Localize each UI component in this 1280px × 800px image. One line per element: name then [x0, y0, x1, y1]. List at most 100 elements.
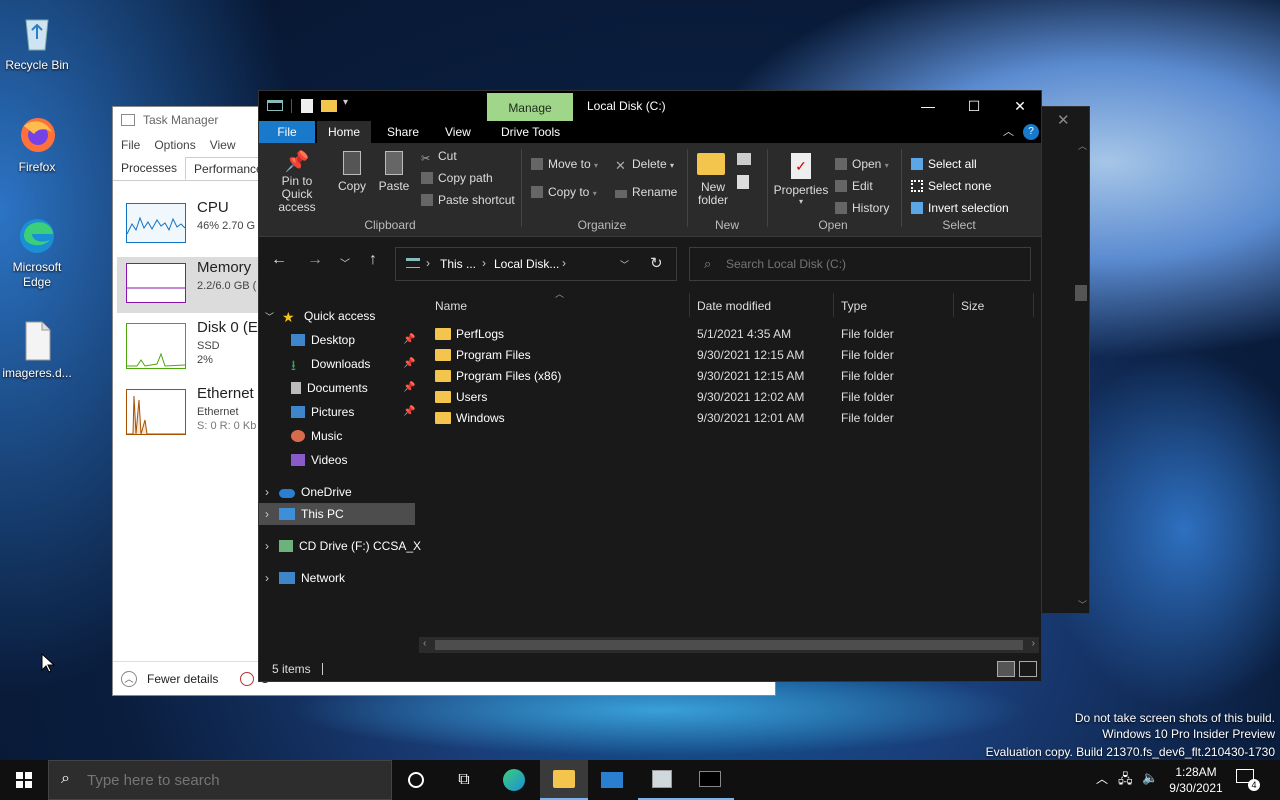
search-box[interactable]: ⌕ — [689, 247, 1031, 281]
maximize-icon[interactable]: ☐ — [951, 91, 997, 121]
details-view-icon[interactable] — [997, 661, 1015, 677]
perf-cpu[interactable]: CPU 46% 2.70 G — [117, 197, 267, 257]
menu-options[interactable]: Options — [154, 138, 195, 152]
back-icon[interactable]: ← — [265, 251, 293, 269]
menu-view[interactable]: View — [210, 138, 236, 152]
tree-downloads[interactable]: ⭳ Downloads — [291, 353, 370, 375]
paste-shortcut-button[interactable]: Paste shortcut — [421, 193, 515, 207]
background-window[interactable]: ✕ ︿ ﹀ — [1040, 106, 1090, 614]
column-separator[interactable] — [833, 293, 834, 317]
perf-ethernet[interactable]: Ethernet Ethernet S: 0 R: 0 Kb — [117, 383, 267, 443]
volume-muted-icon[interactable]: 🔈 — [1142, 770, 1158, 786]
manage-tab[interactable]: Manage — [487, 93, 573, 121]
terminal-taskbar-icon[interactable] — [686, 760, 734, 800]
address-bar[interactable]: › This ... › Local Disk... › ﹀ ↻ — [395, 247, 677, 281]
file-explorer-taskbar-icon[interactable] — [540, 760, 588, 800]
select-none-button[interactable]: Select none — [911, 179, 991, 193]
copy-path-button[interactable]: Copy path — [421, 171, 493, 185]
task-view-icon[interactable]: ⧉ — [440, 760, 488, 800]
breadcrumb-local-disk[interactable]: Local Disk... — [494, 257, 559, 271]
table-row[interactable]: Program Files (x86) 9/30/2021 12:15 AM Fil… — [435, 366, 1035, 387]
recent-locations-icon[interactable]: ﹀ — [331, 255, 359, 270]
table-row[interactable]: Windows 9/30/2021 12:01 AM File folder — [435, 408, 1035, 429]
taskbar-search-box[interactable]: ⌕ — [48, 760, 392, 800]
tree-pictures[interactable]: Pictures — [291, 401, 354, 423]
tab-view[interactable]: View — [435, 121, 481, 143]
show-hidden-icons[interactable]: ︿ — [1096, 770, 1108, 787]
tree-quick-access[interactable]: ﹀ ★ Quick access — [265, 305, 375, 327]
pin-to-quick-access-button[interactable]: 📌 Pin to Quick access — [265, 149, 329, 214]
column-separator[interactable] — [953, 293, 954, 317]
select-all-button[interactable]: Select all — [911, 157, 977, 171]
collapse-ribbon-icon[interactable]: ︿ — [1003, 123, 1014, 139]
start-button[interactable] — [0, 760, 48, 800]
paste-button[interactable]: Paste — [377, 149, 411, 193]
explorer-titlebar[interactable]: ▾ Manage Local Disk (C:) — ☐ ✕ — [259, 91, 1041, 121]
tab-home[interactable]: Home — [317, 121, 371, 143]
table-row[interactable]: Users 9/30/2021 12:02 AM File folder — [435, 387, 1035, 408]
tab-drive-tools[interactable]: Drive Tools — [491, 121, 570, 143]
taskbar-search-input[interactable] — [87, 770, 377, 790]
tree-onedrive[interactable]: › OneDrive — [265, 481, 352, 503]
column-header-date[interactable]: Date modified — [697, 299, 771, 313]
tree-network[interactable]: › Network — [265, 567, 345, 589]
desktop-icon-firefox[interactable]: Firefox — [0, 114, 74, 174]
search-input[interactable] — [726, 254, 1016, 274]
help-icon[interactable]: ? — [1023, 124, 1039, 140]
close-icon[interactable]: ✕ — [997, 91, 1043, 121]
qat-properties-icon[interactable] — [301, 99, 313, 113]
cut-button[interactable]: ✂ Cut — [421, 149, 457, 165]
clock[interactable]: 1:28AM 9/30/2021 — [1166, 764, 1226, 796]
network-tray-icon[interactable]: 🖧 — [1118, 770, 1133, 792]
horizontal-scrollbar[interactable]: ‹ › — [419, 637, 1039, 653]
mail-taskbar-icon[interactable] — [588, 760, 636, 800]
column-header-size[interactable]: Size — [961, 299, 984, 313]
notifications-icon[interactable]: 4 — [1236, 769, 1262, 791]
perf-memory[interactable]: Memory 2.2/6.0 GB ( — [117, 257, 267, 313]
edge-taskbar-icon[interactable] — [490, 760, 538, 800]
scroll-right-icon[interactable]: › — [1032, 638, 1035, 649]
copy-to-button[interactable]: Copy to ▾ — [531, 185, 597, 199]
tree-documents[interactable]: Documents — [291, 377, 368, 399]
large-icons-view-icon[interactable] — [1019, 661, 1037, 677]
desktop-icon-recycle-bin[interactable]: Recycle Bin — [0, 12, 74, 72]
column-header-type[interactable]: Type — [841, 299, 867, 313]
task-manager-taskbar-icon[interactable] — [638, 760, 686, 800]
menu-file[interactable]: File — [121, 138, 140, 152]
column-separator[interactable] — [1033, 293, 1034, 317]
tree-cd-drive[interactable]: › CD Drive (F:) CCSA_X — [265, 535, 421, 557]
desktop-icon-edge[interactable]: Microsoft Edge — [0, 214, 74, 290]
perf-disk[interactable]: Disk 0 (E SSD 2% — [117, 317, 267, 377]
file-explorer-window[interactable]: ▾ Manage Local Disk (C:) — ☐ ✕ File Home… — [258, 90, 1042, 682]
move-to-button[interactable]: Move to ▾ — [531, 157, 598, 171]
tab-file[interactable]: File — [259, 121, 315, 143]
address-dropdown-icon[interactable]: ﹀ — [620, 258, 629, 271]
easy-access-icon[interactable] — [737, 175, 749, 189]
up-icon[interactable]: ↑ — [359, 251, 387, 269]
resource-monitor-icon[interactable] — [240, 671, 255, 686]
refresh-icon[interactable]: ↻ — [650, 254, 663, 272]
tree-this-pc[interactable]: › This PC — [259, 503, 415, 525]
tab-share[interactable]: Share — [377, 121, 429, 143]
new-folder-button[interactable]: New folder — [693, 151, 729, 207]
minimize-icon[interactable]: — — [905, 91, 951, 121]
edit-button[interactable]: Edit — [835, 179, 873, 193]
cortana-icon[interactable] — [392, 760, 440, 800]
rename-button[interactable]: Rename — [615, 185, 677, 199]
chevron-up-icon[interactable]: ︿ — [121, 670, 137, 687]
tree-desktop[interactable]: Desktop — [291, 329, 355, 351]
background-window-close-icon[interactable]: ✕ — [1057, 111, 1070, 129]
qat-new-folder-icon[interactable] — [321, 100, 337, 112]
forward-icon[interactable]: → — [301, 251, 329, 269]
new-item-icon[interactable] — [737, 153, 751, 165]
scrollbar-thumb[interactable] — [1075, 285, 1087, 301]
history-button[interactable]: History — [835, 201, 889, 215]
properties-button[interactable]: ✓ Properties ▾ — [773, 151, 829, 206]
scrollbar-down-icon[interactable]: ﹀ — [1078, 598, 1087, 611]
column-header-name[interactable]: Name — [435, 299, 467, 313]
qat-dropdown-icon[interactable]: ▾ — [343, 97, 348, 108]
invert-selection-button[interactable]: Invert selection — [911, 201, 1009, 215]
fewer-details-link[interactable]: Fewer details — [147, 672, 218, 686]
scrollbar-thumb[interactable] — [435, 640, 1023, 650]
desktop-icon-imageres[interactable]: imageres.d... — [0, 320, 74, 380]
